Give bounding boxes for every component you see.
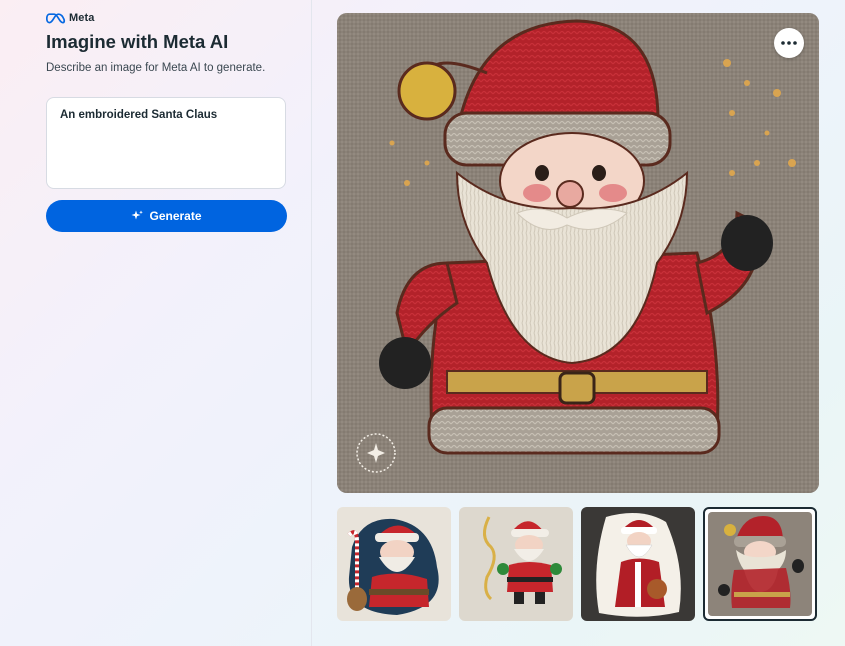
prompt-input-value: An embroidered Santa Claus — [60, 109, 218, 121]
generate-button[interactable]: Generate — [46, 200, 287, 232]
thumbnail-3[interactable] — [581, 507, 695, 621]
more-options-button[interactable] — [774, 28, 804, 58]
panel-divider — [311, 0, 312, 646]
santa-sticker-thumbnail — [581, 507, 695, 621]
santa-candy-cane-thumbnail — [337, 507, 451, 621]
embroidered-santa-image — [337, 13, 819, 493]
embroidered-santa-thumbnail — [708, 512, 812, 616]
more-options-icon — [781, 41, 797, 45]
prompt-input[interactable]: An embroidered Santa Claus — [46, 97, 286, 189]
meta-logo-text: Meta — [69, 12, 95, 24]
left-panel: Meta Imagine with Meta AI Describe an im… — [0, 0, 311, 646]
thumbnail-1[interactable] — [337, 507, 451, 621]
generated-image[interactable] — [337, 13, 819, 493]
meta-infinity-icon — [46, 12, 66, 23]
thumbnail-4-selected[interactable] — [703, 507, 817, 621]
page-title: Imagine with Meta AI — [46, 31, 229, 52]
sparkle-icon — [131, 210, 144, 220]
generate-button-label: Generate — [149, 209, 202, 223]
page-subtitle: Describe an image for Meta AI to generat… — [46, 62, 266, 74]
thumbnail-4-inner — [708, 512, 812, 616]
thumbnail-2[interactable] — [459, 507, 573, 621]
santa-gold-ribbon-thumbnail — [459, 507, 573, 621]
meta-logo[interactable]: Meta — [46, 10, 94, 26]
